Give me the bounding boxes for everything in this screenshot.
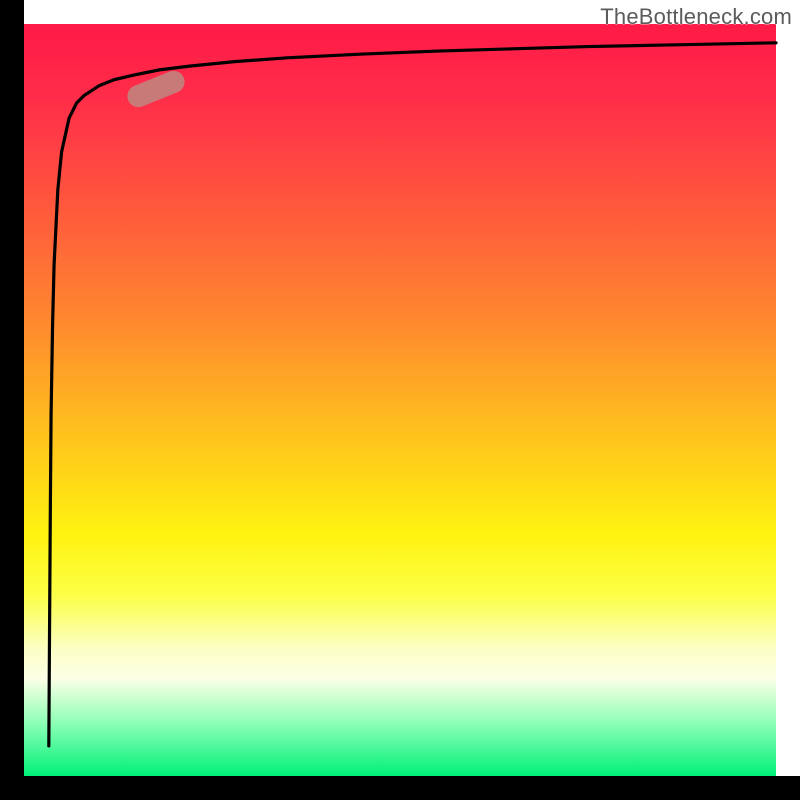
bottleneck-curve bbox=[24, 24, 776, 776]
curve-path bbox=[49, 43, 776, 746]
x-axis bbox=[0, 776, 800, 800]
chart-frame: TheBottleneck.com bbox=[0, 0, 800, 800]
attribution-text: TheBottleneck.com bbox=[600, 4, 792, 30]
y-axis bbox=[0, 0, 24, 800]
